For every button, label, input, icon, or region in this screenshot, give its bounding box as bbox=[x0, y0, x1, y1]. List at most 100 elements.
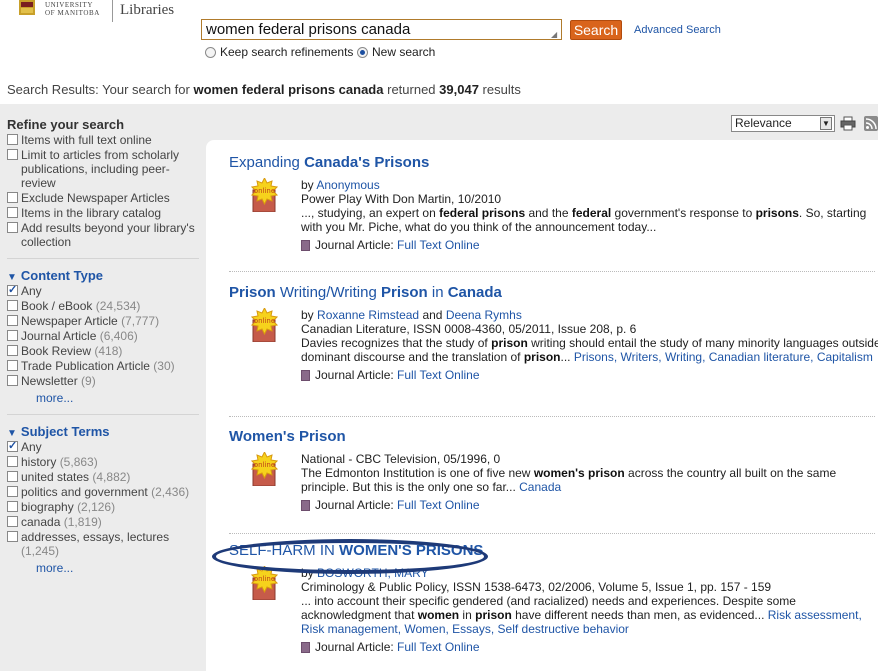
result-title[interactable]: Expanding Canada's Prisons bbox=[229, 154, 874, 171]
snippet-text: government's response to bbox=[611, 206, 756, 220]
result-body: by Anonymous Power Play With Don Martin,… bbox=[301, 178, 878, 252]
refine-heading: Refine your search bbox=[7, 117, 125, 132]
refine-option-label: Add results beyond your library's collec… bbox=[21, 221, 195, 249]
subject-item[interactable]: addresses, essays, lectures (1,245) bbox=[7, 530, 199, 558]
refine-option[interactable]: Limit to articles from scholarly publica… bbox=[7, 148, 199, 190]
resize-grip-icon[interactable]: ◢ bbox=[551, 30, 560, 39]
checkbox[interactable] bbox=[7, 192, 18, 203]
checkbox-checked[interactable] bbox=[7, 283, 18, 297]
summary-query: women federal prisons canada bbox=[193, 82, 384, 97]
checkbox[interactable] bbox=[7, 300, 18, 311]
facet-label: politics and government bbox=[21, 485, 148, 499]
facet-label: Book / eBook bbox=[21, 299, 93, 313]
content-type-heading-label: Content Type bbox=[20, 268, 103, 283]
rss-icon[interactable] bbox=[864, 116, 878, 131]
refine-option[interactable]: Exclude Newspaper Articles bbox=[7, 191, 199, 205]
checkbox[interactable] bbox=[7, 360, 18, 371]
full-text-link[interactable]: Full Text Online bbox=[397, 238, 479, 252]
subject-item[interactable]: politics and government (2,436) bbox=[7, 485, 199, 499]
checkbox[interactable] bbox=[7, 315, 18, 326]
results-panel: Expanding Canada's Prisons online by Ano… bbox=[206, 140, 878, 671]
checkbox[interactable] bbox=[7, 501, 18, 512]
title-part[interactable]: Expanding bbox=[229, 154, 304, 171]
checkbox[interactable] bbox=[7, 531, 18, 542]
checkbox[interactable] bbox=[7, 134, 18, 145]
refine-option[interactable]: Items in the library catalog bbox=[7, 206, 199, 220]
radio-keep-refinements[interactable]: Keep search refinements bbox=[205, 45, 353, 59]
checkbox[interactable] bbox=[7, 516, 18, 527]
checkbox[interactable] bbox=[7, 345, 18, 356]
title-part-bold[interactable]: Canada bbox=[448, 284, 502, 301]
subject-links[interactable]: Canada bbox=[519, 480, 561, 494]
full-text-link[interactable]: Full Text Online bbox=[397, 368, 479, 382]
checkbox[interactable] bbox=[7, 456, 18, 467]
content-type-item[interactable]: Book / eBook (24,534) bbox=[7, 299, 199, 313]
checkbox[interactable] bbox=[7, 486, 18, 497]
subject-item[interactable]: history (5,863) bbox=[7, 455, 199, 469]
result-source: Canadian Literature, ISSN 0008-4360, 05/… bbox=[301, 322, 637, 336]
checkbox[interactable] bbox=[7, 471, 18, 482]
content-type-item[interactable]: Book Review (418) bbox=[7, 344, 199, 358]
subject-item[interactable]: united states (4,882) bbox=[7, 470, 199, 484]
subject-any[interactable]: Any bbox=[7, 439, 199, 454]
content-type-heading[interactable]: ▼ Content Type bbox=[7, 268, 199, 283]
search-input[interactable] bbox=[201, 19, 562, 40]
subject-item[interactable]: biography (2,126) bbox=[7, 500, 199, 514]
search-button[interactable]: Search bbox=[570, 20, 622, 40]
snippet-highlight: prison bbox=[491, 336, 528, 350]
refine-option-label: Items with full text online bbox=[21, 133, 152, 147]
radio-selected-icon[interactable] bbox=[357, 46, 368, 58]
author-link[interactable]: Roxanne Rimstead bbox=[317, 308, 419, 322]
checkbox[interactable] bbox=[7, 330, 18, 341]
full-text-link[interactable]: Full Text Online bbox=[397, 640, 479, 654]
logo-libraries[interactable]: Libraries bbox=[120, 2, 174, 19]
content-type-item[interactable]: Newsletter (9) bbox=[7, 374, 199, 388]
checkbox[interactable] bbox=[7, 149, 18, 160]
subject-item[interactable]: canada (1,819) bbox=[7, 515, 199, 529]
result-title[interactable]: Women's Prison bbox=[229, 428, 874, 445]
author-link[interactable]: Anonymous bbox=[316, 178, 379, 192]
type-label: Journal Article: bbox=[315, 640, 394, 654]
full-text-link[interactable]: Full Text Online bbox=[397, 498, 479, 512]
advanced-search-link[interactable]: Advanced Search bbox=[634, 24, 721, 36]
author-link[interactable]: Deena Rymhs bbox=[446, 308, 522, 322]
refine-option[interactable]: Items with full text online bbox=[7, 133, 199, 147]
content-type-item[interactable]: Journal Article (6,406) bbox=[7, 329, 199, 343]
print-icon[interactable] bbox=[840, 116, 856, 131]
radio-icon[interactable] bbox=[205, 46, 216, 58]
facet-label: canada bbox=[21, 515, 61, 529]
content-type-any[interactable]: Any bbox=[7, 283, 199, 298]
dropdown-arrow-icon[interactable]: ▼ bbox=[820, 117, 832, 130]
content-type-more-link[interactable]: more... bbox=[7, 391, 199, 405]
badge-text: online bbox=[254, 187, 275, 195]
content-type-item[interactable]: Newspaper Article (7,777) bbox=[7, 314, 199, 328]
checkbox-checked[interactable] bbox=[7, 439, 18, 453]
result-item: Women's Prison online National - CBC Tel… bbox=[229, 428, 874, 512]
refine-option-label: Exclude Newspaper Articles bbox=[21, 191, 170, 205]
checkbox[interactable] bbox=[7, 222, 18, 233]
result-title[interactable]: Prison Writing/Writing Prison in Canada bbox=[229, 284, 874, 301]
title-part[interactable]: Writing/Writing bbox=[276, 284, 381, 301]
refine-option[interactable]: Add results beyond your library's collec… bbox=[7, 221, 199, 249]
subject-links[interactable]: Prisons, Writers, Writing, Canadian lite… bbox=[574, 350, 873, 364]
result-body: by BOSWORTH, MARY Criminology & Public P… bbox=[301, 566, 878, 654]
title-part[interactable]: in bbox=[428, 284, 448, 301]
result-source: Power Play With Don Martin, 10/2010 bbox=[301, 192, 502, 206]
radio-new-search[interactable]: New search bbox=[357, 45, 435, 59]
title-part-bold[interactable]: Prison bbox=[229, 284, 276, 301]
refine-option-label: Items in the library catalog bbox=[21, 206, 162, 220]
checkbox[interactable] bbox=[7, 207, 18, 218]
title-part-bold[interactable]: Canada's Prisons bbox=[304, 154, 429, 171]
refine-sidebar: Refine your search Items with full text … bbox=[7, 117, 199, 575]
title-part-bold[interactable]: Women's Prison bbox=[229, 428, 346, 445]
title-part-bold[interactable]: Prison bbox=[381, 284, 428, 301]
result-body: National - CBC Television, 05/1996, 0 Th… bbox=[301, 452, 878, 512]
sort-select[interactable]: Relevance ▼ bbox=[731, 115, 835, 132]
university-crest-icon bbox=[19, 0, 35, 15]
result-snippet: ... into account their specific gendered… bbox=[301, 594, 878, 636]
content-type-item[interactable]: Trade Publication Article (30) bbox=[7, 359, 199, 373]
subject-terms-heading[interactable]: ▼ Subject Terms bbox=[7, 424, 199, 439]
checkbox[interactable] bbox=[7, 375, 18, 386]
subject-terms-more-link[interactable]: more... bbox=[7, 561, 199, 575]
radio-new-label: New search bbox=[372, 45, 436, 59]
